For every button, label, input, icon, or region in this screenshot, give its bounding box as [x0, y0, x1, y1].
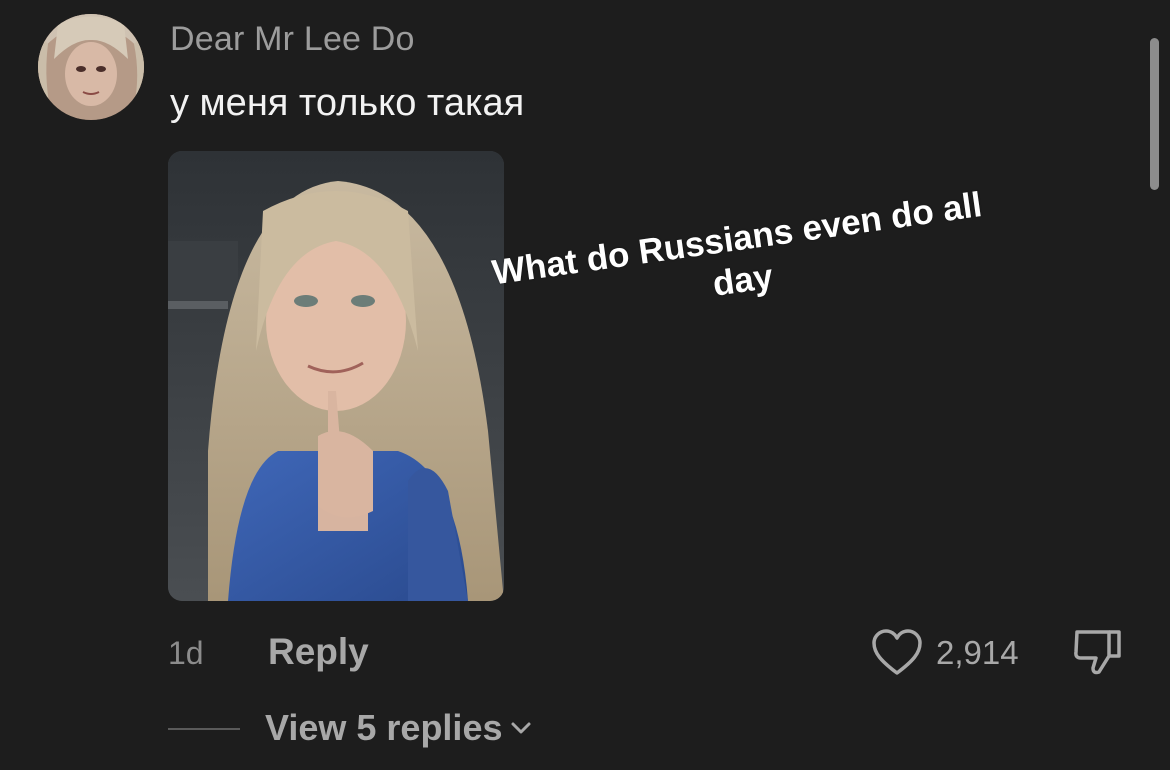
comment-timestamp: 1d [168, 635, 204, 671]
reply-button[interactable]: Reply [268, 631, 369, 673]
replies-divider [168, 728, 240, 730]
like-button[interactable] [871, 628, 923, 678]
avatar-image [38, 14, 144, 120]
heart-icon [872, 629, 922, 675]
dislike-button[interactable] [1071, 626, 1125, 680]
image-caption: What do Russians even do all day [489, 185, 985, 304]
thumbs-down-icon [1074, 630, 1121, 675]
view-replies-label: View 5 replies [265, 707, 503, 748]
avatar[interactable] [38, 14, 144, 120]
photo-illustration [168, 151, 504, 601]
view-replies-button[interactable]: View 5 replies [265, 707, 534, 749]
comment-username[interactable]: Dear Mr Lee Do [170, 20, 415, 59]
comment-attached-image[interactable] [168, 151, 504, 601]
comment-text: у меня только такая [170, 82, 525, 124]
like-count: 2,914 [936, 634, 1019, 671]
scrollbar[interactable] [1150, 38, 1159, 190]
chevron-down-icon [511, 722, 531, 734]
